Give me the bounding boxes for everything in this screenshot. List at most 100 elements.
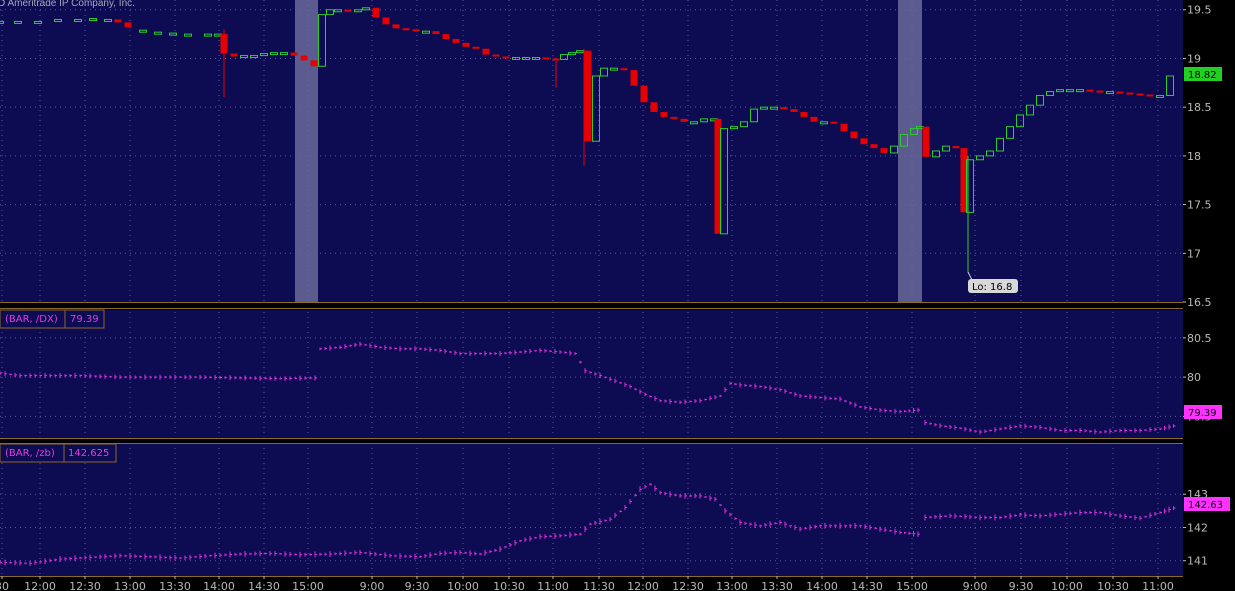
- price-last-value: 18.82: [1188, 70, 1217, 81]
- price-candle: [1146, 94, 1154, 97]
- y-tick-label: 142: [1187, 521, 1208, 534]
- x-tick-label: 9:30: [405, 580, 430, 591]
- price-candle: [800, 112, 808, 117]
- price-candle: [660, 112, 668, 117]
- price-candle: [300, 55, 308, 61]
- study2-current-value: 142.625: [68, 448, 109, 459]
- price-candle: [790, 109, 798, 113]
- price-candle: [952, 146, 960, 149]
- x-tick-label: 14:00: [203, 580, 235, 591]
- price-last-badge: 18.82: [1184, 67, 1222, 81]
- study1-label: (BAR, /DX): [5, 314, 58, 325]
- price-candle: [640, 85, 648, 103]
- price-candle: [492, 54, 500, 57]
- x-tick-label: 11:00: [537, 580, 569, 591]
- price-panel-bg: [0, 0, 1183, 302]
- price-candle: [860, 138, 868, 145]
- session-break-band: [295, 0, 318, 302]
- x-tick-label: 12:30: [69, 580, 101, 591]
- price-candle: [124, 22, 132, 28]
- x-tick-label: 11:30: [583, 580, 615, 591]
- price-candle: [1136, 93, 1144, 96]
- chart-canvas: (BAR, /DX) 79.39 (BAR, /zb) 142.625 D Am…: [0, 0, 1235, 591]
- x-tick-label: 12:30: [672, 580, 704, 591]
- price-candle: [1126, 92, 1134, 95]
- y-tick-label: 80: [1187, 371, 1201, 384]
- price-candle: [502, 56, 510, 59]
- x-tick-label: 30: [0, 580, 9, 591]
- x-tick-label: 15:00: [292, 580, 324, 591]
- study2-header: (BAR, /zb) 142.625: [0, 443, 117, 463]
- price-candle: [880, 148, 888, 153]
- price-candle: [870, 144, 878, 149]
- x-tick-label: 9:00: [360, 580, 385, 591]
- study1-panel-bg: [0, 310, 1183, 438]
- x-tick-label: 9:00: [963, 580, 988, 591]
- price-candle: [922, 126, 930, 157]
- price-candle: [650, 102, 658, 113]
- study1-header: (BAR, /DX) 79.39: [0, 309, 105, 329]
- price-candle: [472, 46, 480, 49]
- x-tick-label: 14:30: [851, 580, 883, 591]
- study2-panel-bg: [0, 444, 1183, 576]
- x-tick-label: 11:00: [1142, 580, 1174, 591]
- price-candle: [402, 28, 410, 31]
- study1-current-value: 79.39: [70, 314, 99, 325]
- x-tick-label: 15:00: [896, 580, 928, 591]
- price-candle: [850, 131, 858, 139]
- price-candle: [230, 53, 238, 57]
- x-tick-label: 13:30: [761, 580, 793, 591]
- x-tick-label: 12:00: [24, 580, 56, 591]
- price-candle: [452, 38, 460, 43]
- price-candle: [810, 116, 818, 122]
- x-tick-label: 9:30: [1009, 580, 1034, 591]
- price-candle: [442, 34, 450, 39]
- price-candle: [392, 24, 400, 29]
- y-tick-label: 18: [1187, 150, 1201, 163]
- price-candle: [670, 116, 678, 119]
- price-candle: [584, 50, 592, 142]
- y-tick-label: 80.5: [1187, 332, 1212, 345]
- price-candle: [630, 70, 638, 86]
- price-candle: [542, 57, 550, 60]
- x-tick-label: 13:00: [114, 580, 146, 591]
- x-tick-label: 13:30: [159, 580, 191, 591]
- x-tick-label: 14:30: [248, 580, 280, 591]
- x-tick-label: 10:30: [493, 580, 525, 591]
- session-break-band: [898, 0, 922, 302]
- price-candle: [114, 19, 122, 23]
- x-tick-label: 13:00: [716, 580, 748, 591]
- x-tick-label: 10:30: [1097, 580, 1129, 591]
- price-candle: [382, 17, 390, 25]
- price-candle: [372, 7, 380, 18]
- y-tick-label: 16.5: [1187, 296, 1212, 309]
- price-candle: [1116, 91, 1124, 94]
- copyright-text: D Ameritrade IP Company, Inc.: [0, 0, 135, 9]
- price-candle: [412, 29, 420, 32]
- y-tick-label: 19: [1187, 52, 1201, 65]
- study2-last-value: 142.63: [1188, 500, 1223, 511]
- price-candle: [1096, 90, 1104, 93]
- x-tick-label: 14:00: [806, 580, 838, 591]
- low-annotation-text: Lo: 16.8: [972, 282, 1012, 293]
- y-tick-label: 17: [1187, 247, 1201, 260]
- y-tick-label: 17.5: [1187, 199, 1212, 212]
- price-candle: [830, 121, 838, 124]
- x-tick-label: 10:00: [447, 580, 479, 591]
- study1-last-badge: 79.39: [1184, 405, 1222, 419]
- price-candle: [680, 118, 688, 122]
- x-tick-label: 10:00: [1051, 580, 1083, 591]
- study2-last-badge: 142.63: [1184, 497, 1230, 511]
- price-candle: [310, 60, 318, 67]
- price-candle: [780, 107, 788, 110]
- price-candle: [432, 31, 440, 35]
- study1-last-value: 79.39: [1188, 408, 1217, 419]
- price-candle: [840, 123, 848, 132]
- price-candle: [1086, 89, 1094, 92]
- price-candle: [344, 9, 352, 12]
- y-tick-label: 18.5: [1187, 101, 1212, 114]
- price-candle: [620, 68, 628, 71]
- price-candle: [462, 42, 470, 47]
- y-tick-label: 19.5: [1187, 4, 1212, 17]
- price-candle: [290, 52, 298, 56]
